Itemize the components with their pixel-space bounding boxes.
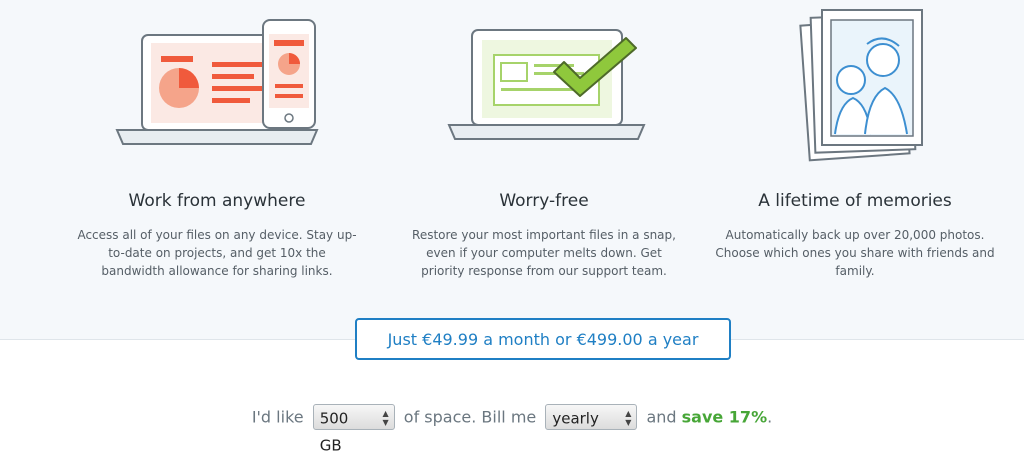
configurator-middle: of space. Bill me	[403, 407, 537, 427]
select-arrows-icon: ▲ ▼	[382, 409, 389, 427]
laptop-phone-illustration	[115, 19, 319, 145]
configurator-suffix: and	[646, 407, 682, 427]
photo-frames-illustration	[799, 9, 923, 162]
feature-description: Access all of your files on any device. …	[77, 228, 357, 278]
plan-configurator: I'd like 500 GB ▲ ▼ of space. Bill me yea…	[0, 404, 1024, 454]
savings-text: save 17%	[681, 407, 768, 427]
feature-description: Automatically back up over 20,000 photos…	[715, 228, 995, 278]
price-banner: Just €49.99 a month or €499.00 a year	[355, 318, 731, 360]
configurator-prefix: I'd like	[251, 407, 304, 427]
space-select-value: 500 GB	[319, 409, 349, 455]
feature-title: Worry-free	[499, 191, 589, 211]
feature-title: A lifetime of memories	[758, 191, 952, 211]
laptop-checkmark-illustration	[447, 29, 646, 140]
select-arrows-icon: ▲ ▼	[625, 409, 632, 427]
feature-description: Restore your most important files in a s…	[412, 228, 676, 278]
billing-select-value: yearly	[552, 409, 599, 428]
space-select[interactable]: 500 GB ▲ ▼	[312, 404, 395, 454]
billing-select[interactable]: yearly ▲ ▼	[545, 404, 638, 430]
feature-title: Work from anywhere	[128, 191, 306, 211]
configurator-period: .	[767, 407, 773, 427]
